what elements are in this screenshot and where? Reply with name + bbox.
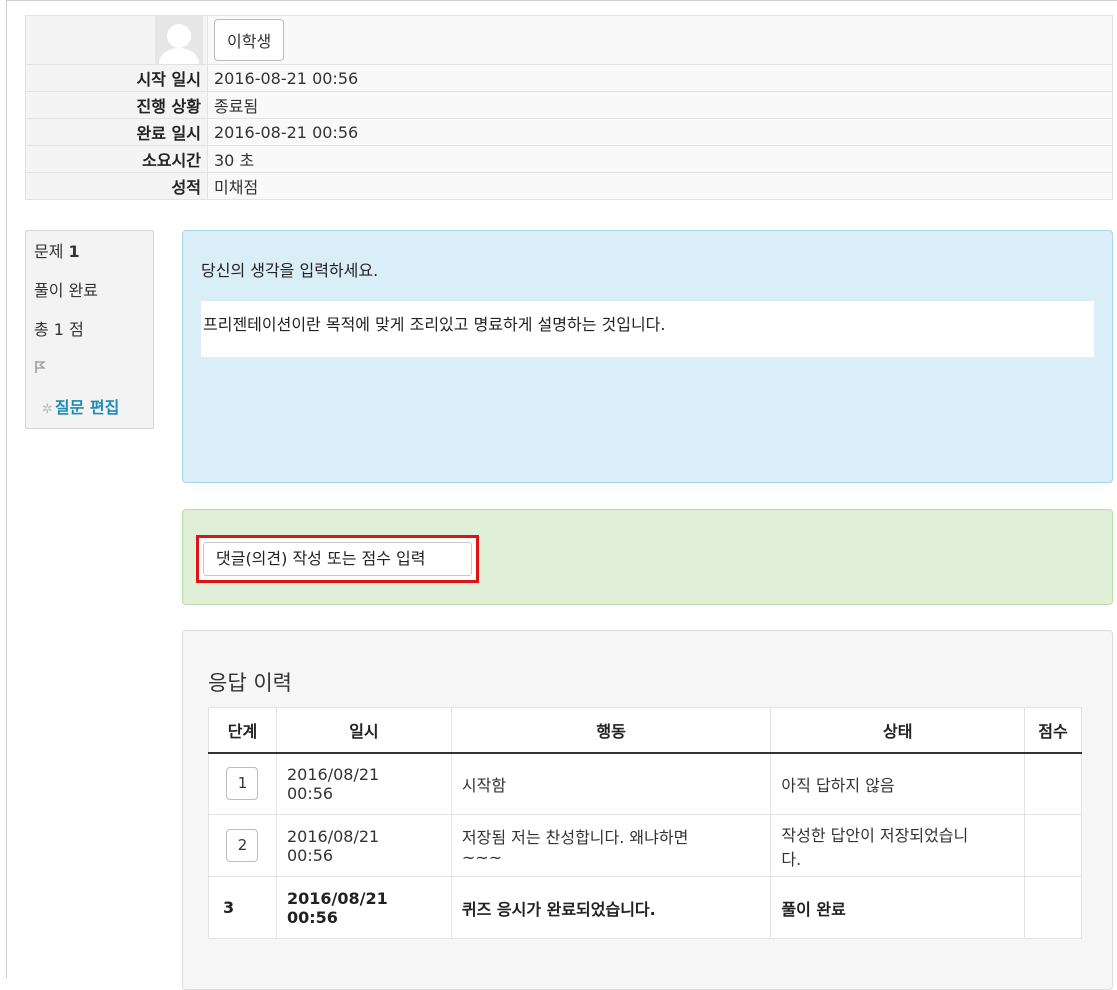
row-clock: 00:56 [286,845,334,865]
header-score: 점수 [1024,707,1082,754]
summary-row-duration: 소요시간 30 초 [25,145,1113,173]
question-info-panel: 문제 1 풀이 완료 총 1 점 ✲ 질문 편집 [25,230,154,429]
step-button[interactable]: 1 [226,767,259,801]
row-date: 2016/08/21 [286,826,380,846]
summary-row-grade: 성적 미채점 [25,172,1113,200]
question-prompt: 당신의 생각을 입력하세요. [201,261,379,280]
summary-value: 미채점 [207,172,1113,200]
summary-label: 완료 일시 [25,118,208,146]
row-date: 2016/08/21 [286,888,388,908]
table-row: 2 2016/08/21 00:56 저장됨 저는 찬성합니다. 왜냐하면 ~~~ … [208,814,1082,877]
response-history-title: 응답 이력 [208,671,292,695]
row-date: 2016/08/21 [286,764,380,784]
comment-button-highlight: 댓글(의견) 작성 또는 점수 입력 [196,535,479,583]
summary-label: 시작 일시 [25,64,208,92]
comment-panel: 댓글(의견) 작성 또는 점수 입력 [182,509,1113,605]
comment-grade-button[interactable]: 댓글(의견) 작성 또는 점수 입력 [203,542,472,576]
summary-label: 성적 [25,172,208,200]
row-state-cont: 다. [781,849,802,869]
row-action: 퀴즈 응시가 완료되었습니다. [450,876,772,939]
row-state: 작성한 답안이 저장되었습니 [781,825,969,845]
summary-value: 2016-08-21 00:56 [207,118,1113,146]
question-number-value: 1 [68,242,80,261]
summary-user-row: 이학생 [25,15,1113,65]
row-clock: 00:56 [286,783,334,803]
row-score [1024,814,1082,877]
row-score [1024,752,1082,815]
table-row: 3 2016/08/21 00:56 퀴즈 응시가 완료되었습니다. 풀이 완료 [208,876,1082,939]
row-action-cont: ~~~ [461,848,503,867]
summary-row-status: 진행 상황 종료됨 [25,91,1113,119]
response-history-table: 단계 일시 행동 상태 점수 1 2016/08/21 00:56 시작함 아직 … [208,707,1082,939]
row-score [1024,876,1082,939]
question-state: 풀이 완료 [34,281,98,300]
summary-value: 30 초 [207,145,1113,173]
summary-value: 2016-08-21 00:56 [207,64,1113,92]
header-state: 상태 [770,707,1026,754]
summary-value: 종료됨 [207,91,1113,119]
header-step: 단계 [208,707,277,754]
table-header-row: 단계 일시 행동 상태 점수 [208,707,1082,754]
summary-row-start: 시작 일시 2016-08-21 00:56 [25,64,1113,92]
answer-box: 프리젠테이션이란 목적에 맞게 조리있고 명료하게 설명하는 것입니다. [201,301,1094,357]
question-content: 당신의 생각을 입력하세요. 프리젠테이션이란 목적에 맞게 조리있고 명료하게… [182,230,1113,483]
flag-icon[interactable] [34,360,46,378]
row-step: 3 [208,876,277,939]
question-number-label: 문제 [34,242,64,261]
question-number: 문제 1 [34,241,145,280]
gear-icon: ✲ [42,402,53,417]
table-row: 1 2016/08/21 00:56 시작함 아직 답하지 않음 [208,752,1082,815]
avatar [155,16,203,64]
row-clock: 00:56 [286,907,338,927]
attempt-summary-table: 이학생 시작 일시 2016-08-21 00:56 진행 상황 종료됨 완료 … [25,15,1113,200]
row-action: 시작함 [450,752,772,815]
question-mark: 총 1 점 [34,320,84,339]
row-action: 저장됨 저는 찬성합니다. 왜냐하면 [461,828,689,847]
header-time: 일시 [275,707,452,754]
response-history-panel: 응답 이력 단계 일시 행동 상태 점수 1 2016/08/21 00:56 시… [182,630,1113,990]
row-state: 풀이 완료 [770,876,1026,939]
summary-row-complete: 완료 일시 2016-08-21 00:56 [25,118,1113,146]
step-button[interactable]: 2 [226,829,259,862]
summary-label: 진행 상황 [25,91,208,119]
user-name-button[interactable]: 이학생 [214,19,285,61]
summary-label: 소요시간 [25,145,208,173]
edit-question-link[interactable]: 질문 편집 [55,398,119,417]
row-state: 아직 답하지 않음 [770,752,1026,815]
header-action: 행동 [450,707,772,754]
quiz-review-page: 이학생 시작 일시 2016-08-21 00:56 진행 상황 종료됨 완료 … [6,0,1117,990]
